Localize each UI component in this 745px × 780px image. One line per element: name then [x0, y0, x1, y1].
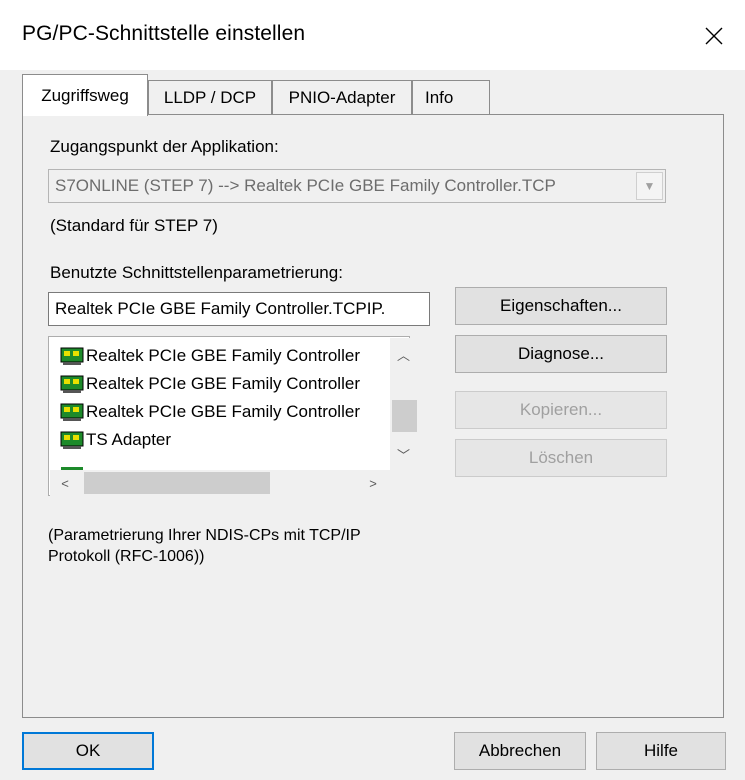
list-item[interactable]: Realtek PCIe GBE Family Controller [60, 342, 360, 370]
scroll-down-button[interactable]: ﹀ [390, 442, 417, 466]
properties-button[interactable]: Eigenschaften... [455, 287, 667, 325]
network-card-icon [60, 347, 84, 365]
cancel-button[interactable]: Abbrechen [454, 732, 586, 770]
network-card-icon [60, 403, 84, 421]
diagnose-button[interactable]: Diagnose... [455, 335, 667, 373]
scroll-right-button[interactable]: > [360, 472, 386, 494]
chevron-right-icon: > [369, 475, 377, 491]
scroll-left-button[interactable]: < [52, 472, 78, 494]
horizontal-scroll-thumb[interactable] [84, 472, 270, 494]
copy-button[interactable]: Kopieren... [455, 391, 667, 429]
network-card-icon [60, 431, 84, 449]
ok-button[interactable]: OK [22, 732, 154, 770]
interface-params-value: Realtek PCIe GBE Family Controller.TCPIP… [55, 299, 386, 318]
chevron-up-icon: ︿ [396, 347, 410, 363]
list-item-label: Realtek PCIe GBE Family Controller [86, 346, 360, 365]
access-point-value: S7ONLINE (STEP 7) --> Realtek PCIe GBE F… [55, 176, 556, 195]
list-item[interactable]: Realtek PCIe GBE Family Controller [60, 370, 360, 398]
window-title: PG/PC-Schnittstelle einstellen [22, 22, 306, 45]
help-button[interactable]: Hilfe [596, 732, 726, 770]
tab-info[interactable]: Info [412, 80, 490, 114]
close-icon [705, 27, 723, 45]
chevron-down-icon: ▼ [643, 179, 656, 193]
chevron-down-icon: ﹀ [396, 447, 410, 463]
vertical-scroll-thumb[interactable] [392, 400, 417, 432]
tab-zugriffsweg[interactable]: Zugriffsweg [22, 74, 148, 116]
params-description-line2: Protokoll (RFC-1006)) [48, 548, 205, 565]
access-point-dropdown[interactable]: S7ONLINE (STEP 7) --> Realtek PCIe GBE F… [48, 169, 666, 203]
list-item-label: TS Adapter [86, 430, 172, 449]
list-item[interactable]: TS Adapter [60, 426, 171, 454]
tab-lldp-dcp[interactable]: LLDP / DCP [148, 80, 272, 114]
scroll-up-button[interactable]: ︿ [390, 342, 417, 366]
interface-params-field[interactable]: Realtek PCIe GBE Family Controller.TCPIP… [48, 292, 430, 326]
dropdown-arrow-button[interactable]: ▼ [636, 172, 663, 200]
list-item-label: Realtek PCIe GBE Family Controller [86, 402, 360, 421]
interface-params-label: Benutzte Schnittstellenparametrierung: [50, 263, 343, 282]
list-item[interactable]: Realtek PCIe GBE Family Controller [60, 398, 360, 426]
access-point-note: (Standard für STEP 7) [50, 216, 218, 235]
network-card-icon [60, 375, 84, 393]
tab-pnio-adapter[interactable]: PNIO-Adapter [272, 80, 412, 114]
list-item-label: Realtek PCIe GBE Family Controller [86, 374, 360, 393]
params-description-line1: (Parametrierung Ihrer NDIS-CPs mit TCP/I… [48, 527, 361, 544]
delete-button[interactable]: Löschen [455, 439, 667, 477]
chevron-left-icon: < [61, 475, 69, 491]
access-point-label: Zugangspunkt der Applikation: [50, 137, 279, 156]
close-button[interactable] [690, 14, 738, 58]
